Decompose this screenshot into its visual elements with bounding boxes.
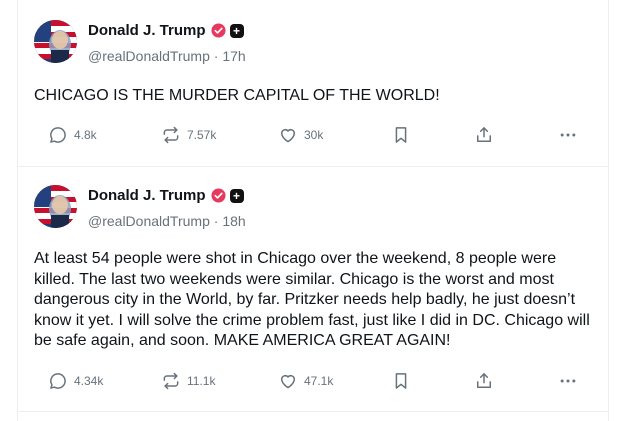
bookmark-icon — [395, 127, 407, 143]
meta-separator: · — [209, 213, 223, 229]
reply-icon — [50, 127, 66, 143]
author-handle[interactable]: @realDonaldTrump — [88, 213, 210, 229]
more-button[interactable] — [558, 369, 578, 393]
repost-count: 7.57k — [187, 128, 217, 142]
share-button[interactable] — [474, 369, 494, 393]
post-actions: 4.34k 11.1k 47.1k — [18, 369, 608, 393]
reply-count: 4.8k — [74, 128, 97, 142]
author-handle[interactable]: @realDonaldTrump — [88, 48, 210, 64]
like-count: 30k — [304, 128, 324, 142]
post[interactable]: Donald J. Trump + @realDonaldTrump · 17h… — [18, 0, 608, 167]
share-button[interactable] — [474, 123, 494, 147]
repost-icon — [163, 372, 179, 390]
bookmark-icon — [395, 373, 407, 389]
plus-badge-icon: + — [229, 23, 244, 38]
avatar[interactable] — [34, 185, 77, 228]
feed: Donald J. Trump + @realDonaldTrump · 17h… — [17, 0, 609, 421]
share-icon — [477, 127, 491, 142]
like-icon — [281, 375, 295, 389]
like-button[interactable]: 47.1k — [278, 369, 333, 393]
post-meta: @realDonaldTrump · 18h — [88, 213, 246, 229]
bookmark-button[interactable] — [391, 369, 411, 393]
reply-button[interactable]: 4.34k — [48, 369, 103, 393]
verified-icon — [210, 23, 226, 38]
bookmark-button[interactable] — [391, 123, 411, 147]
post[interactable]: Donald J. Trump + @realDonaldTrump · 18h… — [18, 166, 608, 412]
more-button[interactable] — [558, 123, 578, 147]
repost-icon — [163, 126, 179, 144]
share-icon — [477, 373, 491, 388]
more-icon — [560, 379, 576, 383]
author-name[interactable]: Donald J. Trump — [88, 187, 206, 204]
reply-button[interactable]: 4.8k — [48, 123, 97, 147]
verified-icon — [210, 188, 226, 203]
reply-count: 4.34k — [74, 374, 104, 388]
plus-badge-icon: + — [229, 188, 244, 203]
author-row: Donald J. Trump + — [88, 22, 244, 39]
repost-count: 11.1k — [187, 374, 216, 388]
post-text: At least 54 people were shot in Chicago … — [34, 250, 590, 349]
post-time[interactable]: 18h — [222, 213, 245, 229]
avatar[interactable] — [34, 20, 77, 63]
post-text: CHICAGO IS THE MURDER CAPITAL OF THE WOR… — [34, 87, 440, 104]
repost-button[interactable]: 7.57k — [161, 123, 216, 147]
repost-button[interactable]: 11.1k — [161, 369, 215, 393]
post-meta: @realDonaldTrump · 17h — [88, 48, 246, 64]
reply-icon — [50, 373, 66, 389]
like-button[interactable]: 30k — [278, 123, 323, 147]
author-row: Donald J. Trump + — [88, 187, 244, 204]
post-time[interactable]: 17h — [222, 48, 245, 64]
like-icon — [281, 129, 295, 143]
meta-separator: · — [209, 48, 223, 64]
author-name[interactable]: Donald J. Trump — [88, 22, 206, 39]
more-icon — [560, 133, 576, 137]
like-count: 47.1k — [304, 374, 334, 388]
post-actions: 4.8k 7.57k 30k — [18, 123, 608, 147]
